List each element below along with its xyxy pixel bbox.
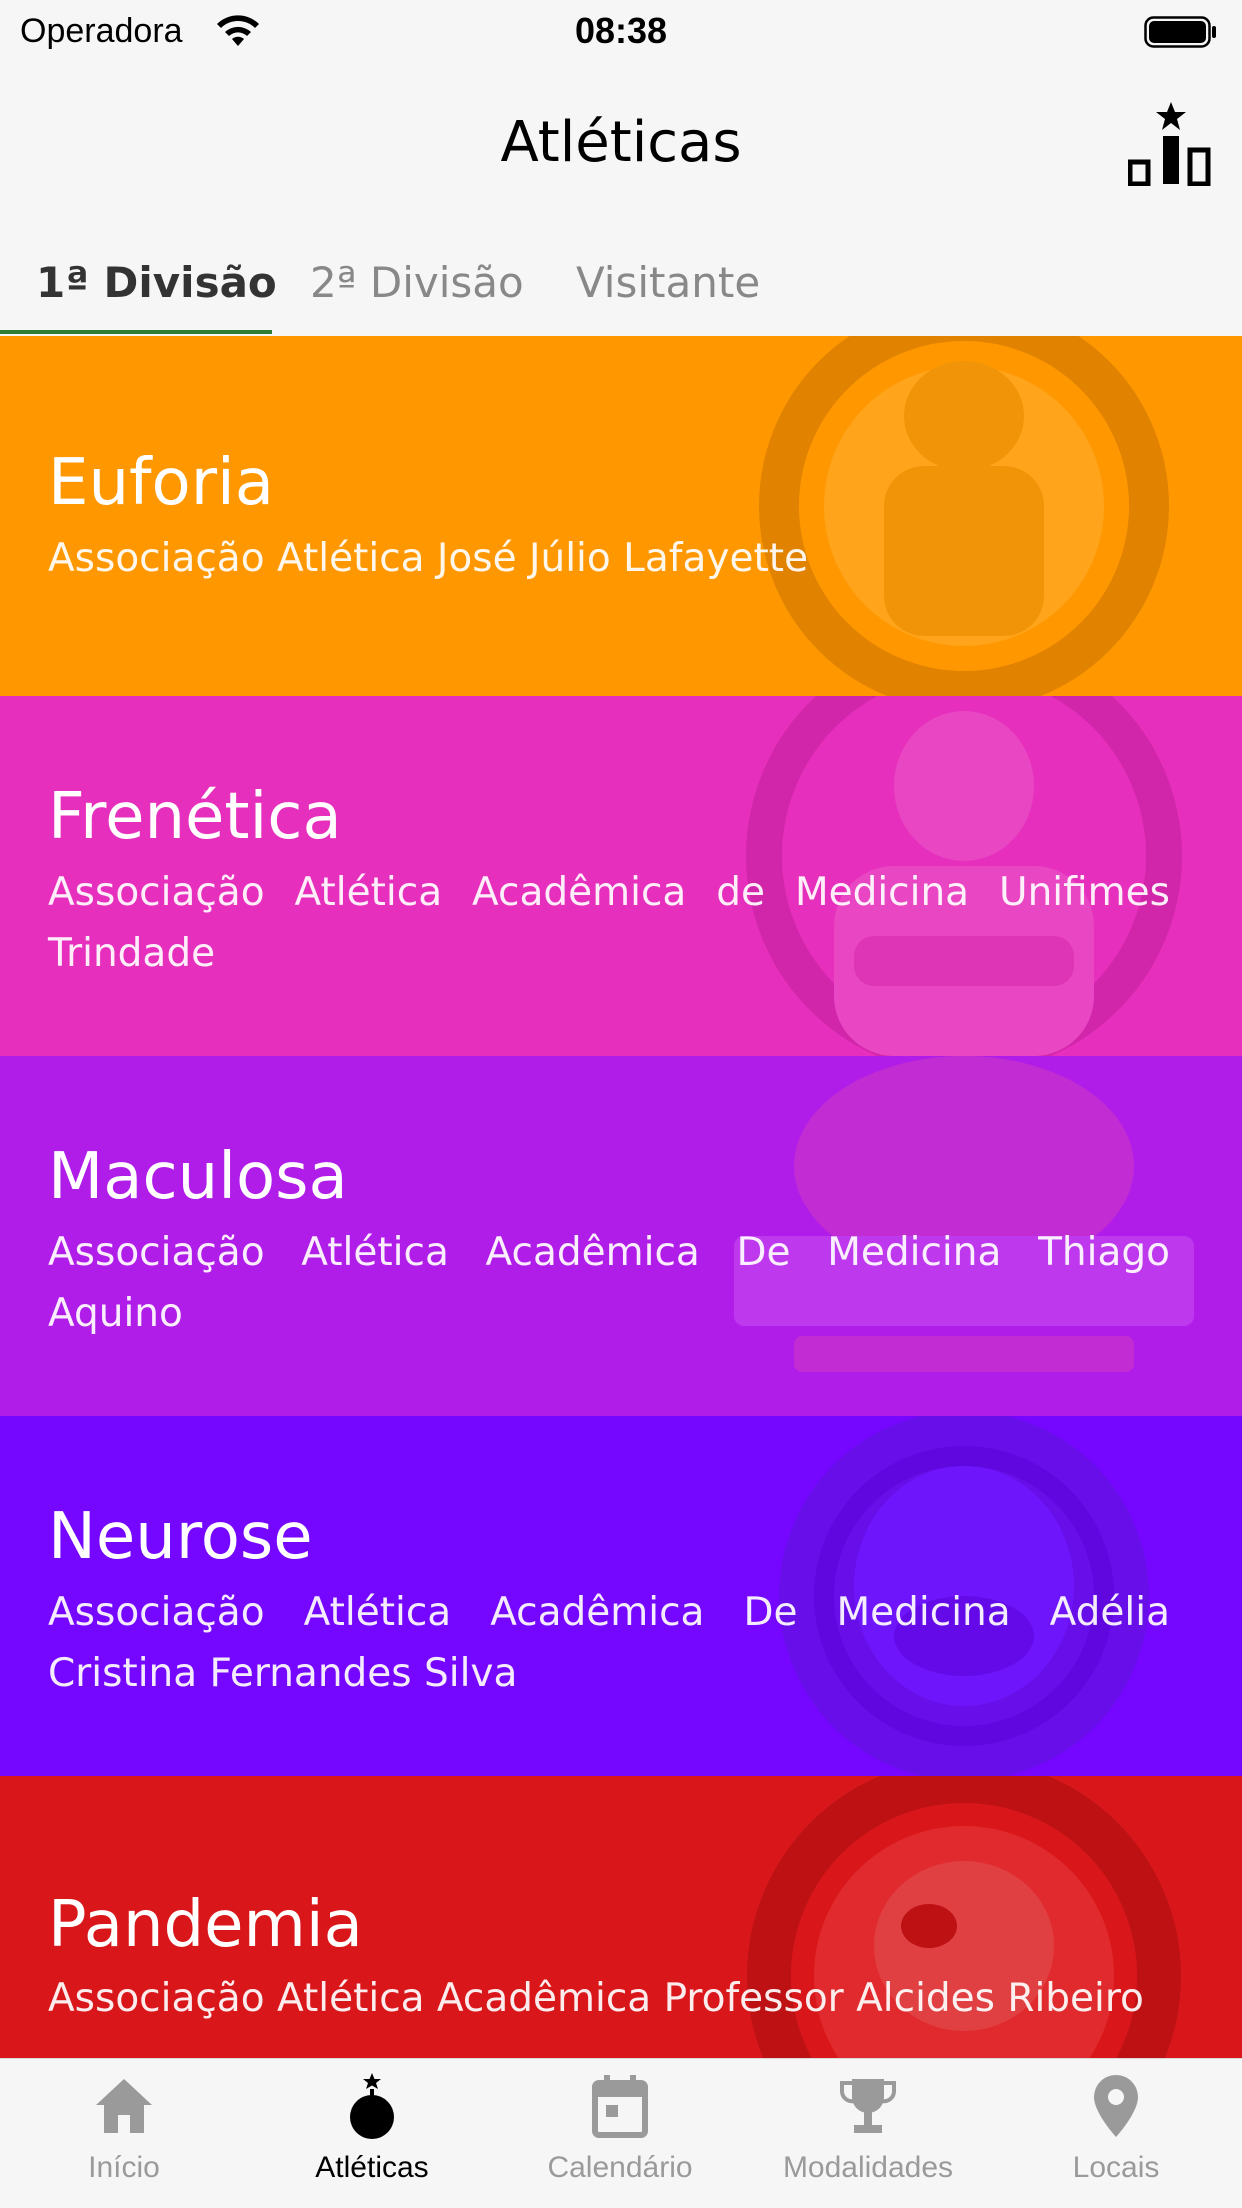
tabbar-item-atleticas[interactable]: Atléticas — [248, 2059, 496, 2208]
tabbar-label: Locais — [1072, 2151, 1160, 2184]
athletic-name: Frenética — [48, 780, 342, 854]
athletic-description: Associação Atlética Acadêmica Professor … — [48, 1976, 1144, 2021]
active-tab-indicator — [0, 330, 272, 334]
battery-icon — [1144, 16, 1216, 48]
calendar-icon — [592, 2075, 648, 2138]
tabbar-label: Calendário — [547, 2151, 693, 2184]
athletic-description: Associação Atlética Acadêmica De Medicin… — [48, 1230, 1170, 1336]
tabbar-item-locais[interactable]: Locais — [992, 2059, 1240, 2208]
tabbar-item-calendario[interactable]: Calendário — [496, 2059, 744, 2208]
athletic-description: Associação Atlética José Júlio Lafayette — [48, 536, 809, 581]
tabbar-label: Modalidades — [782, 2151, 954, 2184]
athletic-card-maculosa[interactable]: Maculosa Associação Atlética Acadêmica D… — [0, 1056, 1242, 1416]
tab-second-division[interactable]: 2ª Divisão — [310, 258, 524, 307]
ranking-podium-icon[interactable] — [1128, 100, 1214, 186]
status-bar: Operadora 08:38 — [0, 0, 1242, 62]
athletic-name: Neurose — [48, 1500, 313, 1574]
euforia-emblem-icon — [759, 336, 1169, 696]
tab-first-division[interactable]: 1ª Divisão — [36, 258, 277, 307]
athletic-description: Associação Atlética Acadêmica de Medicin… — [48, 870, 1170, 976]
athletic-name: Pandemia — [48, 1888, 363, 1962]
status-time: 08:38 — [574, 10, 668, 51]
athletic-card-pandemia[interactable]: Pandemia Associação Atlética Acadêmica P… — [0, 1776, 1242, 2058]
bottom-tab-bar: Início Atléticas Calendário Modalidades — [0, 2058, 1242, 2208]
athletic-name: Euforia — [48, 446, 274, 520]
athletic-description: Associação Atlética Acadêmica De Medicin… — [48, 1590, 1170, 1696]
page-title: Atléticas — [500, 110, 742, 175]
athletics-list: Euforia Associação Atlética José Júlio L… — [0, 336, 1242, 2058]
trophy-icon — [840, 2079, 896, 2133]
athletic-card-neurose[interactable]: Neurose Associação Atlética Acadêmica De… — [0, 1416, 1242, 1776]
navigation-bar: Atléticas — [0, 62, 1242, 230]
athletic-name: Maculosa — [48, 1140, 348, 1214]
athletic-card-euforia[interactable]: Euforia Associação Atlética José Júlio L… — [0, 336, 1242, 696]
location-pin-icon — [1094, 2075, 1138, 2137]
athletic-card-frenetica[interactable]: Frenética Associação Atlética Acadêmica … — [0, 696, 1242, 1056]
tab-visitor[interactable]: Visitante — [576, 258, 760, 307]
tabbar-item-inicio[interactable]: Início — [0, 2059, 248, 2208]
tabbar-item-modalidades[interactable]: Modalidades — [744, 2059, 992, 2208]
home-icon — [96, 2079, 152, 2133]
tabbar-label: Atléticas — [315, 2151, 429, 2184]
division-tabs: 1ª Divisão 2ª Divisão Visitante — [0, 230, 1242, 336]
bomb-star-icon — [350, 2073, 394, 2139]
tabbar-label: Início — [88, 2151, 160, 2184]
